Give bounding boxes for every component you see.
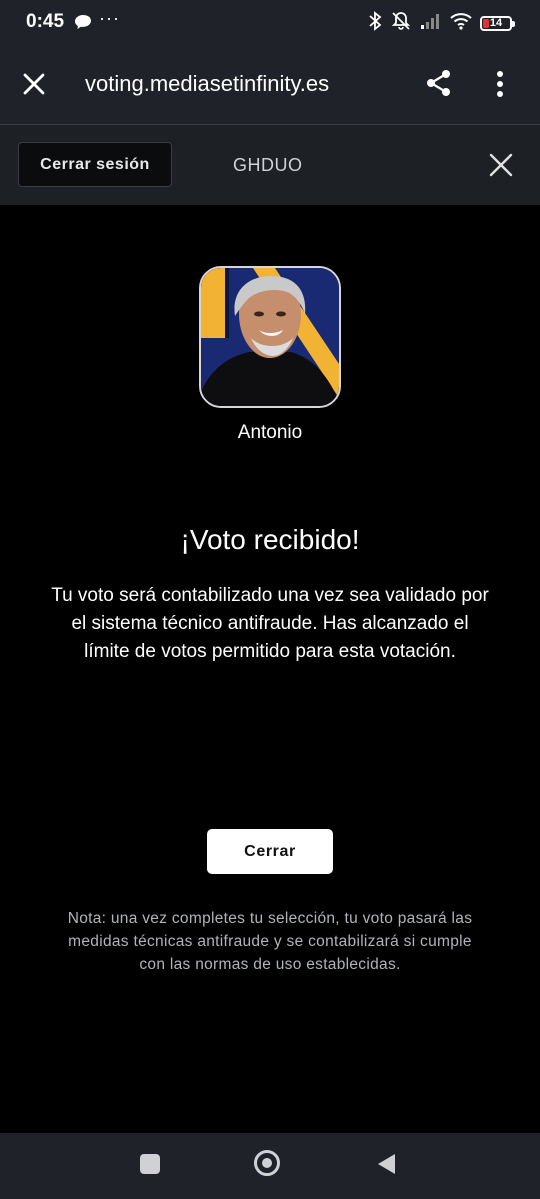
candidate-avatar: [199, 266, 341, 408]
system-nav-bar: [0, 1133, 540, 1199]
fraud-note: Nota: una vez completes tu selección, tu…: [67, 910, 473, 973]
result-title: ¡Voto recibido!: [180, 524, 360, 555]
home-dot: [262, 1158, 272, 1168]
browser-toolbar: voting.mediasetinfinity.es: [0, 46, 540, 125]
candidate-name: Antonio: [237, 422, 303, 443]
mute-icon: [390, 11, 412, 36]
recent-apps-icon[interactable]: [140, 1154, 160, 1174]
home-icon[interactable]: [254, 1150, 280, 1176]
back-icon[interactable]: [375, 1152, 397, 1181]
more-vert-icon[interactable]: [495, 70, 505, 103]
close-panel-icon[interactable]: [488, 152, 514, 183]
battery-icon: 14: [480, 16, 515, 31]
more-notifications-icon: ···: [99, 8, 120, 28]
close-button[interactable]: Cerrar: [207, 829, 333, 874]
chat-bubble-icon: [74, 14, 92, 35]
battery-nub: [512, 21, 515, 27]
signal-icon: [420, 12, 442, 35]
status-bar: 0:45 ··· 14: [0, 0, 540, 46]
session-bar: Cerrar sesión GHDUO: [0, 125, 540, 205]
url-text[interactable]: voting.mediasetinfinity.es: [85, 71, 329, 97]
session-code: GHDUO: [233, 155, 303, 175]
bluetooth-icon: [368, 11, 382, 36]
close-icon[interactable]: [20, 70, 48, 98]
battery-level: 14: [489, 17, 503, 29]
status-time: 0:45: [26, 11, 65, 32]
logout-button[interactable]: Cerrar sesión: [18, 142, 172, 187]
result-message: Tu voto será contabilizado una vez sea v…: [51, 585, 489, 662]
wifi-icon: [450, 12, 472, 35]
share-icon[interactable]: [424, 68, 454, 103]
